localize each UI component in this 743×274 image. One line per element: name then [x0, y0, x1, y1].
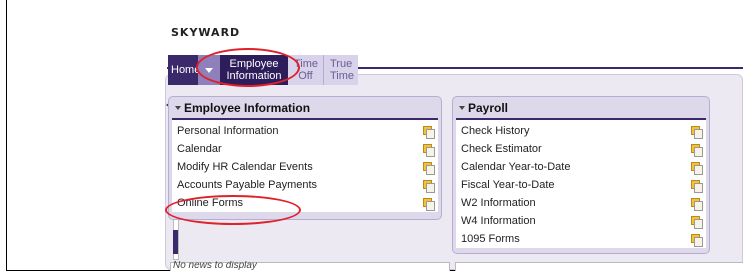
tab-true-time-label-line2: Time — [330, 70, 355, 82]
link-fiscal-year-to-date[interactable]: Fiscal Year-to-Date — [461, 179, 555, 191]
list-item[interactable]: Check Estimator — [456, 140, 706, 158]
link-w2-information[interactable]: W2 Information — [461, 197, 536, 209]
list-item[interactable]: Calendar — [172, 140, 438, 158]
favorite-icon[interactable] — [691, 161, 703, 175]
link-accounts-payable-payments[interactable]: Accounts Payable Payments — [177, 179, 317, 191]
frame-left-border — [6, 0, 7, 270]
list-item[interactable]: Personal Information — [172, 122, 438, 140]
secondary-panel — [455, 262, 743, 271]
employee-information-title: Employee Information — [184, 100, 311, 115]
payroll-list: Check History Check Estimator Calendar Y… — [456, 120, 706, 248]
favorite-icon[interactable] — [691, 179, 703, 193]
favorite-icon[interactable] — [691, 143, 703, 157]
link-modify-hr-calendar-events[interactable]: Modify HR Calendar Events — [177, 161, 313, 173]
tab-true-time-label-line1: True — [330, 58, 353, 70]
favorite-icon[interactable] — [691, 215, 703, 229]
link-check-history[interactable]: Check History — [461, 125, 529, 137]
list-item[interactable]: Fiscal Year-to-Date — [456, 176, 706, 194]
favorite-icon[interactable] — [423, 179, 435, 193]
tab-home[interactable]: Home — [168, 55, 201, 85]
favorite-icon[interactable] — [691, 197, 703, 211]
collapse-triangle-icon — [459, 105, 465, 110]
link-calendar[interactable]: Calendar — [177, 143, 222, 155]
list-item[interactable]: 1095 Forms — [456, 230, 706, 248]
news-empty-message: No news to display — [173, 261, 257, 270]
favorite-icon[interactable] — [691, 233, 703, 247]
favorite-icon[interactable] — [691, 125, 703, 139]
annotation-circle-online-forms — [165, 195, 301, 225]
employee-information-header[interactable]: Employee Information — [169, 97, 441, 118]
link-calendar-year-to-date[interactable]: Calendar Year-to-Date — [461, 161, 570, 173]
list-item[interactable]: Calendar Year-to-Date — [456, 158, 706, 176]
payroll-header[interactable]: Payroll — [453, 97, 709, 118]
payroll-panel: Payroll Check History Check Estimator Ca… — [452, 96, 710, 254]
list-item[interactable]: W4 Information — [456, 212, 706, 230]
tab-home-label: Home — [171, 64, 201, 76]
list-item[interactable]: Accounts Payable Payments — [172, 176, 438, 194]
favorite-icon[interactable] — [423, 125, 435, 139]
favorite-icon[interactable] — [423, 143, 435, 157]
list-item[interactable]: W2 Information — [456, 194, 706, 212]
side-panel-tab[interactable] — [173, 230, 178, 254]
tab-true-time[interactable]: True Time — [323, 55, 358, 85]
favorite-icon[interactable] — [423, 161, 435, 175]
list-item[interactable]: Modify HR Calendar Events — [172, 158, 438, 176]
skyward-logo: SKYWARD — [171, 26, 241, 39]
payroll-title: Payroll — [468, 100, 509, 115]
link-1095-forms[interactable]: 1095 Forms — [461, 233, 520, 245]
link-check-estimator[interactable]: Check Estimator — [461, 143, 542, 155]
link-personal-information[interactable]: Personal Information — [177, 125, 279, 137]
annotation-circle-employee-tab — [196, 48, 300, 87]
collapse-triangle-icon — [175, 105, 181, 110]
favorite-icon[interactable] — [423, 197, 435, 211]
list-item[interactable]: Check History — [456, 122, 706, 140]
link-w4-information[interactable]: W4 Information — [461, 215, 536, 227]
